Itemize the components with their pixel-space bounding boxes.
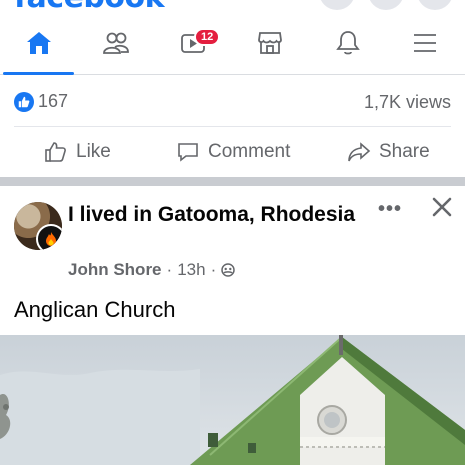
tab-marketplace[interactable]	[231, 12, 308, 74]
menu-icon	[413, 34, 436, 52]
post-photo[interactable]	[0, 335, 465, 465]
post-stats: 167 1,7K views	[0, 74, 465, 126]
watch-badge: 12	[194, 28, 221, 46]
likes-count: 167	[38, 91, 69, 111]
post-header: I lived in Gatooma, Rhodesia John Shore …	[0, 186, 465, 286]
like-label: Like	[76, 141, 111, 162]
add-icon[interactable]	[319, 0, 355, 10]
tab-watch[interactable]: 12	[154, 12, 231, 74]
group-privacy-icon	[221, 263, 235, 277]
tab-home[interactable]	[0, 12, 77, 75]
views-count: 1,7K views	[363, 92, 451, 112]
comment-icon	[178, 143, 198, 162]
comment-button[interactable]: Comment	[176, 127, 290, 177]
post-separator	[0, 177, 465, 186]
tab-menu[interactable]	[386, 12, 463, 74]
like-reaction-icon	[14, 91, 34, 112]
bell-icon	[335, 31, 360, 55]
close-icon[interactable]	[430, 195, 454, 219]
like-button[interactable]: Like	[44, 127, 111, 177]
meta-separator: ·	[166, 260, 173, 279]
profile-flame-icon	[36, 224, 62, 250]
more-options-button[interactable]: •••	[378, 198, 402, 221]
church-photo	[0, 335, 465, 465]
post-text: Anglican Church	[14, 297, 176, 322]
share-button[interactable]: Share	[347, 127, 430, 177]
facebook-logo[interactable]: facebook	[14, 0, 165, 12]
tab-notifications[interactable]	[309, 12, 386, 74]
meta-separator-2: ·	[210, 260, 217, 279]
author-name[interactable]: John Shore	[68, 260, 162, 280]
friends-icon	[102, 32, 129, 54]
home-icon	[26, 32, 51, 54]
share-label: Share	[379, 141, 430, 162]
marketplace-icon	[257, 32, 282, 54]
top-bar: facebook	[0, 0, 465, 12]
share-icon	[348, 142, 371, 162]
group-name[interactable]: I lived in Gatooma, Rhodesia	[68, 202, 368, 228]
post-time[interactable]: 13h	[177, 260, 205, 280]
post-meta: John Shore · 13h ·	[68, 260, 235, 280]
group-avatar[interactable]	[14, 202, 62, 250]
tab-friends[interactable]	[77, 12, 154, 74]
search-icon[interactable]	[368, 0, 404, 10]
reactions-summary[interactable]: 167	[14, 91, 68, 112]
messenger-icon[interactable]	[417, 0, 453, 10]
thumbs-up-icon	[45, 142, 66, 162]
main-nav: 12	[0, 12, 465, 75]
comment-label: Comment	[208, 141, 291, 162]
post-actions: Like Comment Share	[0, 127, 465, 177]
